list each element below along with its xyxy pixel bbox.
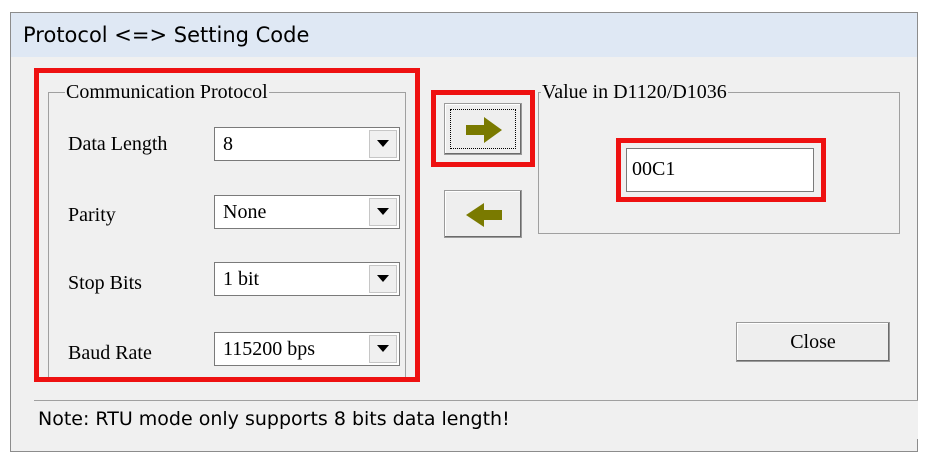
parity-select[interactable]: None bbox=[214, 195, 400, 229]
stop-bits-select[interactable]: 1 bit bbox=[214, 262, 400, 296]
close-button[interactable]: Close bbox=[736, 322, 890, 362]
baud-rate-value: 115200 bps bbox=[223, 338, 316, 360]
stop-bits-dropdown-button[interactable] bbox=[369, 265, 397, 293]
right-arrow-icon bbox=[466, 117, 502, 143]
chevron-down-icon bbox=[377, 345, 389, 352]
stop-bits-label: Stop Bits bbox=[68, 272, 142, 294]
communication-protocol-legend: Communication Protocol bbox=[65, 81, 269, 103]
parity-value: None bbox=[223, 201, 267, 223]
convert-to-protocol-button[interactable] bbox=[444, 190, 522, 238]
window-title: Protocol <=> Setting Code bbox=[23, 23, 310, 47]
baud-rate-select[interactable]: 115200 bps bbox=[214, 332, 400, 366]
parity-label: Parity bbox=[68, 204, 116, 226]
status-note: Note: RTU mode only supports 8 bits data… bbox=[38, 408, 510, 430]
baud-rate-label: Baud Rate bbox=[68, 342, 152, 364]
setting-code-field[interactable]: 00C1 bbox=[626, 148, 814, 192]
data-length-value: 8 bbox=[223, 133, 233, 155]
parity-dropdown-button[interactable] bbox=[369, 198, 397, 226]
data-length-select[interactable]: 8 bbox=[214, 127, 400, 161]
close-button-label: Close bbox=[790, 331, 836, 353]
chevron-down-icon bbox=[377, 140, 389, 147]
convert-to-code-button[interactable] bbox=[444, 103, 522, 155]
title-bar: Protocol <=> Setting Code bbox=[11, 13, 917, 57]
value-group-legend: Value in D1120/D1036 bbox=[541, 81, 728, 103]
setting-code-value: 00C1 bbox=[632, 158, 676, 180]
status-bar: Note: RTU mode only supports 8 bits data… bbox=[34, 400, 918, 439]
stop-bits-value: 1 bit bbox=[223, 268, 260, 290]
chevron-down-icon bbox=[377, 275, 389, 282]
data-length-dropdown-button[interactable] bbox=[369, 130, 397, 158]
baud-rate-dropdown-button[interactable] bbox=[369, 335, 397, 363]
left-arrow-icon bbox=[466, 203, 502, 227]
data-length-label: Data Length bbox=[68, 133, 168, 155]
chevron-down-icon bbox=[377, 208, 389, 215]
